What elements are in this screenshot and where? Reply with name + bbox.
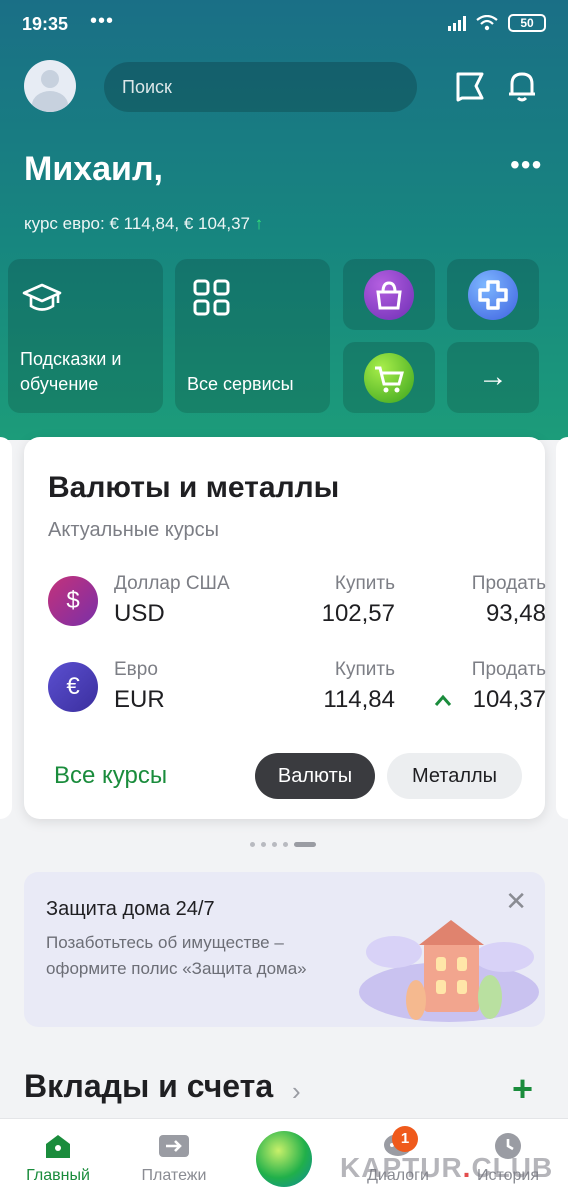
buy-value: 114,84 bbox=[323, 686, 395, 713]
dialogs-badge: 1 bbox=[392, 1126, 418, 1152]
next-card-peek[interactable] bbox=[556, 437, 568, 819]
currency-row-usd[interactable]: $ Доллар США USD Купить 102,57 Продать 9… bbox=[48, 571, 546, 631]
more-menu-icon[interactable]: ••• bbox=[510, 151, 546, 186]
shopping-app-tile[interactable] bbox=[343, 259, 435, 330]
bell-icon[interactable] bbox=[502, 66, 542, 106]
currency-name: Евро bbox=[114, 659, 158, 680]
status-icons: 50 bbox=[448, 14, 546, 32]
sell-header: Продать bbox=[471, 573, 546, 594]
search-input[interactable]: Поиск bbox=[104, 62, 417, 112]
shopping-bag-icon bbox=[364, 269, 414, 320]
watermark-right: CLUB bbox=[471, 1152, 554, 1183]
buy-value: 102,57 bbox=[321, 600, 395, 627]
currency-card-subtitle: Актуальные курсы bbox=[48, 519, 220, 541]
notification-dots: ••• bbox=[90, 10, 115, 32]
currency-code: EUR bbox=[114, 686, 165, 713]
sell-value: 93,48 bbox=[485, 600, 546, 627]
signal-icon bbox=[448, 15, 466, 31]
tab-currencies[interactable]: Валюты bbox=[255, 753, 375, 799]
currency-code: USD bbox=[114, 600, 165, 627]
chevron-right-icon[interactable]: › bbox=[292, 1076, 301, 1107]
euro-rate-ticker[interactable]: курс евро: € 114,84, € 104,37 ↑ bbox=[24, 214, 263, 234]
payments-icon bbox=[159, 1135, 189, 1157]
grid-icon bbox=[193, 279, 230, 316]
tab-metals[interactable]: Металлы bbox=[387, 753, 522, 799]
tips-label: Подсказки и обучение bbox=[20, 349, 122, 394]
more-apps-tile[interactable]: → bbox=[447, 342, 539, 413]
currency-card-title: Валюты и металлы bbox=[48, 471, 340, 504]
watermark: KAPTUR.CLUB bbox=[340, 1152, 553, 1184]
battery-icon: 50 bbox=[508, 14, 546, 32]
euro-rate-text: курс евро: € 114,84, € 104,37 bbox=[24, 214, 250, 233]
health-app-tile[interactable] bbox=[447, 259, 539, 330]
buy-header: Купить bbox=[334, 659, 395, 680]
promo-text: Позаботьтесь об имуществе – оформите пол… bbox=[46, 933, 307, 978]
promo-banner[interactable]: Защита дома 24/7 Позаботьтесь об имущест… bbox=[24, 872, 545, 1027]
shopping-cart-icon bbox=[364, 352, 414, 403]
tab-payments-label: Платежи bbox=[141, 1167, 207, 1184]
buy-header: Купить bbox=[334, 573, 395, 594]
tab-payments[interactable]: Платежи bbox=[124, 1131, 224, 1185]
assistant-orb-icon[interactable] bbox=[256, 1131, 312, 1187]
arrow-right-icon: → bbox=[478, 360, 508, 393]
add-icon[interactable]: + bbox=[512, 1068, 533, 1110]
avatar[interactable] bbox=[24, 60, 76, 112]
currency-card[interactable]: Валюты и металлы Актуальные курсы $ Долл… bbox=[24, 437, 546, 819]
currency-row-eur[interactable]: € Евро EUR Купить 114,84 Продать 104,37 bbox=[48, 657, 546, 717]
market-app-tile[interactable] bbox=[343, 342, 435, 413]
dollar-icon: $ bbox=[48, 576, 98, 626]
deposits-accounts-heading[interactable]: Вклады и счета bbox=[24, 1068, 273, 1105]
sell-header: Продать bbox=[471, 659, 546, 680]
health-cross-icon bbox=[468, 269, 518, 320]
wifi-icon bbox=[476, 15, 498, 31]
tab-home[interactable]: Главный bbox=[8, 1131, 108, 1185]
services-tile[interactable]: Все сервисы bbox=[175, 259, 330, 413]
prev-card-peek[interactable] bbox=[0, 437, 12, 819]
flag-icon[interactable] bbox=[450, 66, 490, 106]
euro-icon: € bbox=[48, 662, 98, 712]
greeting: Михаил, bbox=[24, 150, 163, 188]
house-illustration bbox=[359, 920, 539, 1022]
graduation-cap-icon bbox=[22, 283, 62, 311]
status-time: 19:35 bbox=[22, 14, 69, 34]
sell-value: 104,37 bbox=[472, 686, 546, 713]
carousel-pager bbox=[250, 842, 316, 847]
status-bar: 19:35 ••• 50 bbox=[0, 0, 568, 48]
rate-up-arrow: ↑ bbox=[254, 214, 264, 233]
home-icon bbox=[46, 1135, 70, 1158]
tab-home-label: Главный bbox=[26, 1167, 90, 1184]
promo-title: Защита дома 24/7 bbox=[46, 898, 215, 920]
watermark-left: KAPTUR bbox=[340, 1152, 463, 1183]
services-label: Все сервисы bbox=[187, 374, 294, 394]
tips-tile[interactable]: Подсказки и обучение bbox=[8, 259, 163, 413]
all-rates-link[interactable]: Все курсы bbox=[54, 762, 167, 790]
currency-name: Доллар США bbox=[114, 573, 230, 594]
